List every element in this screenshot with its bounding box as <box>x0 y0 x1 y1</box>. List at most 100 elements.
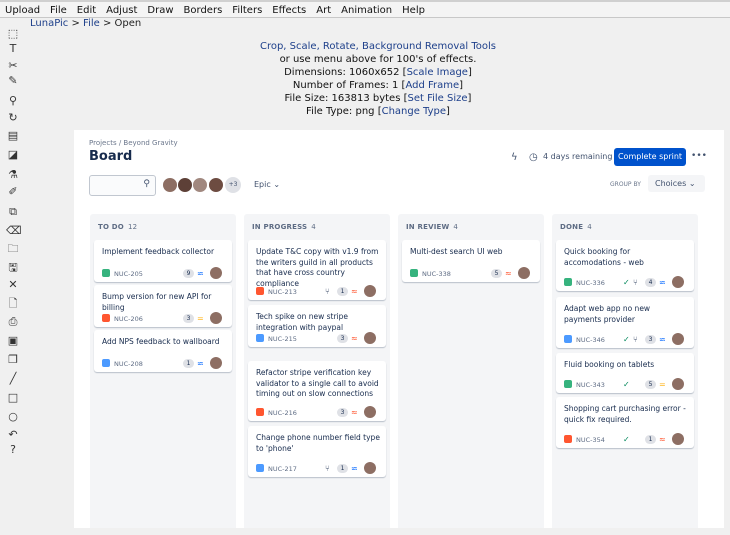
eraser-icon[interactable]: ⌫ <box>6 224 22 238</box>
more-avatars-badge[interactable]: +3 <box>225 177 241 193</box>
avatar[interactable] <box>162 177 178 193</box>
assignee-avatar[interactable] <box>672 433 684 445</box>
stamp-icon[interactable]: ▣ <box>6 334 20 348</box>
menu-filters[interactable]: Filters <box>227 2 267 17</box>
bug-type-icon <box>256 408 264 416</box>
issue-summary: Implement feedback collector <box>102 247 215 256</box>
menu-edit[interactable]: Edit <box>72 2 101 17</box>
assignee-avatar[interactable] <box>672 276 684 288</box>
avatar[interactable] <box>208 177 224 193</box>
more-icon[interactable]: ••• <box>690 149 708 165</box>
issue-card[interactable]: Implement feedback collector NUC-205 9 ≈ <box>94 240 232 282</box>
issue-summary: Change phone number field type to 'phone… <box>256 433 380 453</box>
branch-icon: ⑂ <box>325 464 330 473</box>
column-to-do: TO DO 12 Implement feedback collector NUC-2… <box>90 214 236 528</box>
grid-icon[interactable]: ▤ <box>6 129 20 143</box>
story-points-badge: 9 <box>183 269 194 278</box>
issue-key[interactable]: NUC-338 <box>422 270 451 278</box>
issue-card[interactable]: Update T&C copy with v1.9 from the write… <box>248 240 386 300</box>
paint-bucket-icon[interactable]: ◪ <box>6 148 20 162</box>
assignee-avatar[interactable] <box>210 267 222 279</box>
assignee-avatar[interactable] <box>364 285 376 297</box>
menu-art[interactable]: Art <box>311 2 336 17</box>
copy-icon[interactable]: ❐ <box>6 353 20 367</box>
assignee-avatar[interactable] <box>518 267 530 279</box>
close-icon[interactable]: ✕ <box>6 278 20 292</box>
menu-effects[interactable]: Effects <box>267 2 311 17</box>
menu-help[interactable]: Help <box>397 2 430 17</box>
assignee-avatar[interactable] <box>210 312 222 324</box>
issue-key[interactable]: NUC-346 <box>576 336 605 344</box>
assignee-avatar[interactable] <box>672 333 684 345</box>
avatar[interactable] <box>177 177 193 193</box>
priority-high-icon: ≈ <box>659 435 666 444</box>
issue-card[interactable]: Change phone number field type to 'phone… <box>248 426 386 477</box>
lightning-icon[interactable]: ϟ <box>511 152 518 163</box>
save-icon[interactable]: 🖫 <box>6 261 20 275</box>
scissors-icon[interactable]: ✂ <box>6 59 20 73</box>
folder-icon[interactable]: 🗀 <box>6 242 20 256</box>
breadcrumb-lunapic-link[interactable]: LunaPic <box>30 18 68 29</box>
assignee-avatar[interactable] <box>210 357 222 369</box>
rectangle-icon[interactable]: □ <box>6 391 20 405</box>
document-icon[interactable]: 🗋 <box>6 297 20 311</box>
assignee-avatar[interactable] <box>672 378 684 390</box>
complete-sprint-button[interactable]: Complete sprint <box>614 148 686 166</box>
issue-card[interactable]: Tech spike on new stripe integration wit… <box>248 305 386 347</box>
issue-card[interactable]: Add NPS feedback to wallboard NUC-208 1 ≈ <box>94 330 232 372</box>
issue-card[interactable]: Fluid booking on tablets NUC-343 ✓ 5 = <box>556 353 694 393</box>
assignee-avatar[interactable] <box>364 462 376 474</box>
printer-icon[interactable]: ⎙ <box>6 315 20 329</box>
issue-card[interactable]: Bump version for new API for billing NUC-… <box>94 285 232 327</box>
menu-adjust[interactable]: Adjust <box>101 2 142 17</box>
column-title: IN PROGRESS <box>252 223 308 231</box>
circle-icon[interactable]: ○ <box>6 410 20 424</box>
group-by-select[interactable]: Choices ⌄ <box>648 175 705 192</box>
change-type-link[interactable]: Change Type <box>382 106 446 117</box>
set-file-size-link[interactable]: Set File Size <box>408 93 468 104</box>
issue-card[interactable]: Adapt web app no new payments provider NU… <box>556 297 694 348</box>
search-input[interactable]: ⚲ <box>89 175 156 196</box>
issue-key[interactable]: NUC-213 <box>268 288 297 296</box>
assignee-avatar[interactable] <box>364 332 376 344</box>
pencil-icon[interactable]: ✎ <box>6 74 20 88</box>
task-type-icon <box>102 359 110 367</box>
issue-card[interactable]: Shopping cart purchasing error - quick f… <box>556 397 694 448</box>
menu-file[interactable]: File <box>45 2 72 17</box>
breadcrumb-file-link[interactable]: File <box>83 18 100 29</box>
menu-upload[interactable]: Upload <box>0 2 45 17</box>
issue-key[interactable]: NUC-215 <box>268 335 297 343</box>
undo-icon[interactable]: ↶ <box>6 428 20 442</box>
task-type-icon <box>564 335 572 343</box>
issue-key[interactable]: NUC-205 <box>114 270 143 278</box>
rotate-icon[interactable]: ↻ <box>6 111 20 125</box>
issue-key[interactable]: NUC-354 <box>576 436 605 444</box>
issue-key[interactable]: NUC-343 <box>576 381 605 389</box>
menu-draw[interactable]: Draw <box>142 2 178 17</box>
magnifier-icon[interactable]: ⚲ <box>6 94 20 108</box>
issue-key[interactable]: NUC-336 <box>576 279 605 287</box>
marquee-icon[interactable]: ⬚ <box>6 27 20 41</box>
brush-icon[interactable]: ✐ <box>6 185 20 199</box>
crop-icon[interactable]: ⧉ <box>6 205 20 219</box>
text-icon[interactable]: T <box>6 42 20 56</box>
issue-card[interactable]: Multi-dest search UI web NUC-338 5 ≈ <box>402 240 540 282</box>
menu-borders[interactable]: Borders <box>179 2 228 17</box>
assignee-avatar[interactable] <box>364 406 376 418</box>
issue-card[interactable]: Quick booking for accomodations - web NUC… <box>556 240 694 291</box>
epic-filter[interactable]: Epic ⌄ <box>254 180 280 189</box>
issue-key[interactable]: NUC-208 <box>114 360 143 368</box>
line-icon[interactable]: ╱ <box>6 372 20 386</box>
issue-key[interactable]: NUC-216 <box>268 409 297 417</box>
issue-card[interactable]: Refactor stripe verification key validat… <box>248 361 386 421</box>
help-icon[interactable]: ? <box>6 443 20 457</box>
issue-key[interactable]: NUC-206 <box>114 315 143 323</box>
menu-animation[interactable]: Animation <box>336 2 397 17</box>
column-count: 12 <box>127 223 138 231</box>
avatar[interactable] <box>192 177 208 193</box>
dropper-icon[interactable]: ⚗ <box>6 168 20 182</box>
add-frame-link[interactable]: Add Frame <box>405 80 459 91</box>
scale-image-link[interactable]: Scale Image <box>407 67 468 78</box>
tools-link[interactable]: Crop, Scale, Rotate, Background Removal … <box>260 41 496 52</box>
issue-key[interactable]: NUC-217 <box>268 465 297 473</box>
